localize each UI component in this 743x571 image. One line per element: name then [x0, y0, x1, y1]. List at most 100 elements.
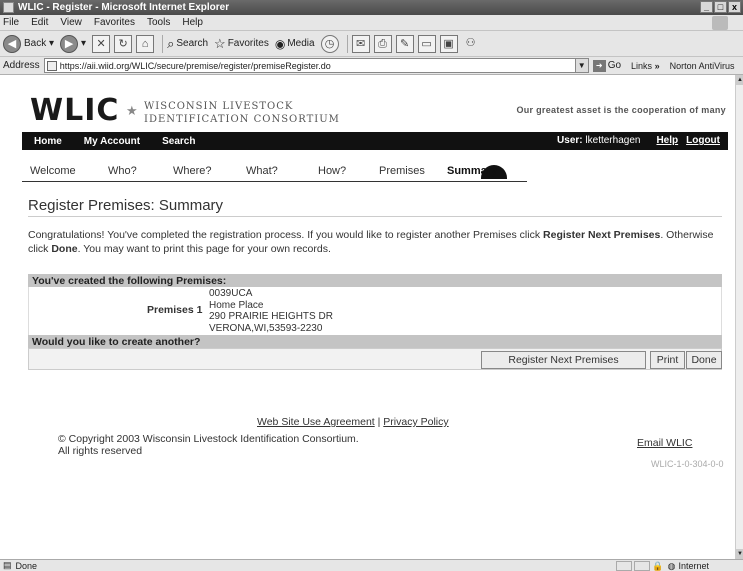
norton-label: Norton AntiVirus: [669, 60, 735, 71]
status-cell: [634, 561, 651, 571]
email-wlic-link[interactable]: Email WLIC: [637, 437, 692, 449]
register-next-premises-button[interactable]: Register Next Premises: [481, 351, 646, 369]
premises-address: 0039UCA Home Place 290 PRAIRIE HEIGHTS D…: [209, 288, 333, 334]
forward-dropdown-icon[interactable]: ▾: [81, 38, 86, 49]
done-button[interactable]: Done: [686, 351, 722, 369]
status-zone: 🔒 ◍ Internet: [616, 560, 739, 571]
address-bar: Address https://aii.wiid.org/WLIC/secure…: [0, 57, 743, 75]
menu-favorites[interactable]: Favorites: [94, 17, 135, 28]
registration-steps: Welcome Who? Where? What? How? Premises …: [22, 155, 542, 185]
page-viewport: WLIC ★ WISCONSIN LIVESTOCK IDENTIFICATIO…: [0, 75, 735, 559]
step-welcome: Welcome: [30, 165, 76, 177]
menu-help[interactable]: Help: [182, 17, 203, 28]
search-icon: ⌕: [167, 35, 175, 51]
back-label: Back: [24, 38, 47, 49]
premises-row: Premises 1 0039UCA Home Place 290 PRAIRI…: [28, 287, 722, 335]
site-tagline: Our greatest asset is the cooperation of…: [516, 105, 726, 115]
copyright-line-2: All rights reserved: [58, 445, 143, 457]
mail-icon[interactable]: ✉: [351, 34, 370, 53]
title-divider: [28, 216, 722, 217]
privacy-policy-link[interactable]: Privacy Policy: [383, 416, 448, 428]
menu-bar: File Edit View Favorites Tools Help: [0, 15, 743, 31]
steps-line: [22, 181, 527, 182]
nav-search[interactable]: Search: [162, 136, 195, 147]
print-button[interactable]: Print: [650, 351, 685, 369]
step-summary: Summary: [447, 165, 498, 177]
search-label: Search: [176, 38, 209, 49]
ie-app-icon: [3, 2, 14, 13]
intro-part-3: . You may want to print this page for yo…: [77, 243, 331, 255]
web-site-use-agreement-link[interactable]: Web Site Use Agreement: [257, 416, 375, 428]
scroll-up-icon[interactable]: ▲: [736, 75, 743, 85]
forward-button[interactable]: ▶ ▾: [60, 34, 86, 53]
forward-arrow-icon: ▶: [60, 34, 79, 53]
menu-edit[interactable]: Edit: [31, 17, 48, 28]
refresh-icon[interactable]: ↻: [114, 34, 133, 53]
nav-my-account[interactable]: My Account: [84, 136, 140, 147]
menu-file[interactable]: File: [3, 17, 19, 28]
menu-tools[interactable]: Tools: [147, 17, 170, 28]
home-icon[interactable]: ⌂: [136, 34, 155, 53]
window-title: WLIC - Register - Microsoft Internet Exp…: [18, 2, 230, 13]
nav-home[interactable]: Home: [34, 136, 62, 147]
version-text: WLIC-1-0-304-0-0: [651, 459, 724, 469]
research-icon[interactable]: ▣: [439, 34, 458, 53]
premises-city: VERONA,WI,53593-2230: [209, 322, 323, 334]
logo-line-2: IDENTIFICATION CONSORTIUM: [144, 114, 340, 125]
logo-line-1: WISCONSIN LIVESTOCK: [144, 101, 294, 112]
wlic-logo[interactable]: WLIC: [30, 93, 119, 128]
search-button[interactable]: ⌕ Search: [167, 36, 208, 52]
page-icon: [46, 60, 57, 71]
history-icon[interactable]: ◷: [320, 34, 339, 53]
messenger-icon[interactable]: ⚇: [462, 35, 480, 53]
print-icon[interactable]: ⎙: [373, 34, 392, 53]
discuss-icon[interactable]: ▭: [417, 34, 436, 53]
links-button[interactable]: Links »: [631, 61, 660, 71]
maximize-button[interactable]: □: [714, 1, 727, 13]
toolbar-separator: [162, 34, 164, 53]
go-arrow-icon: ➜: [592, 59, 606, 72]
page-title: Register Premises: Summary: [28, 197, 224, 214]
edit-icon[interactable]: ✎: [395, 34, 414, 53]
scroll-down-icon[interactable]: ▼: [736, 549, 743, 559]
address-input[interactable]: https://aii.wiid.org/WLIC/secure/premise…: [43, 58, 589, 73]
norton-button[interactable]: Norton AntiVirus: [670, 61, 735, 71]
premises-name: Home Place: [209, 299, 264, 311]
status-bar: ▤ Done 🔒 ◍ Internet: [0, 559, 743, 571]
minimize-button[interactable]: _: [700, 1, 713, 13]
action-row: Register Next Premises Print Done: [28, 348, 722, 370]
stop-icon[interactable]: ✕: [92, 34, 111, 53]
media-button[interactable]: ◉ Media: [275, 37, 315, 51]
intro-part-1: Congratulations! You've completed the re…: [28, 229, 544, 241]
status-cell: [616, 561, 633, 571]
favorites-button[interactable]: ☆ Favorites: [214, 36, 269, 52]
go-label: Go: [607, 60, 622, 71]
star-icon: ☆: [214, 35, 226, 51]
copyright-line-1: © Copyright 2003 Wisconsin Livestock Ide…: [58, 433, 359, 445]
back-button[interactable]: ◀ Back ▾: [3, 34, 54, 53]
back-arrow-icon: ◀: [3, 34, 21, 53]
address-dropdown-icon[interactable]: ▼: [574, 59, 588, 72]
premises-label: Premises 1: [147, 304, 203, 316]
links-chevron-icon: »: [654, 60, 660, 71]
zone-label: Internet: [678, 561, 709, 571]
step-premises: Premises: [379, 165, 425, 177]
go-button[interactable]: ➜ Go: [592, 59, 622, 72]
globe-icon: ◍: [667, 560, 676, 571]
intro-bold-1: Register Next Premises: [543, 229, 661, 241]
favorites-label: Favorites: [227, 38, 269, 49]
toolbar-separator-2: [346, 34, 348, 53]
menu-view[interactable]: View: [60, 17, 82, 28]
vertical-scrollbar[interactable]: ▲ ▼: [735, 75, 743, 559]
close-button[interactable]: x: [728, 1, 741, 13]
address-url: https://aii.wiid.org/WLIC/secure/premise…: [59, 60, 331, 71]
intro-bold-2: Done: [51, 243, 78, 255]
windows-logo-icon: [712, 16, 728, 30]
help-link[interactable]: Help: [656, 135, 678, 146]
step-what: What?: [246, 165, 278, 177]
copyright: © Copyright 2003 Wisconsin Livestock Ide…: [58, 433, 359, 457]
media-label: Media: [287, 38, 315, 49]
create-another-header: Would you like to create another?: [28, 335, 722, 348]
logout-link[interactable]: Logout: [686, 135, 720, 146]
back-dropdown-icon[interactable]: ▾: [46, 38, 54, 49]
